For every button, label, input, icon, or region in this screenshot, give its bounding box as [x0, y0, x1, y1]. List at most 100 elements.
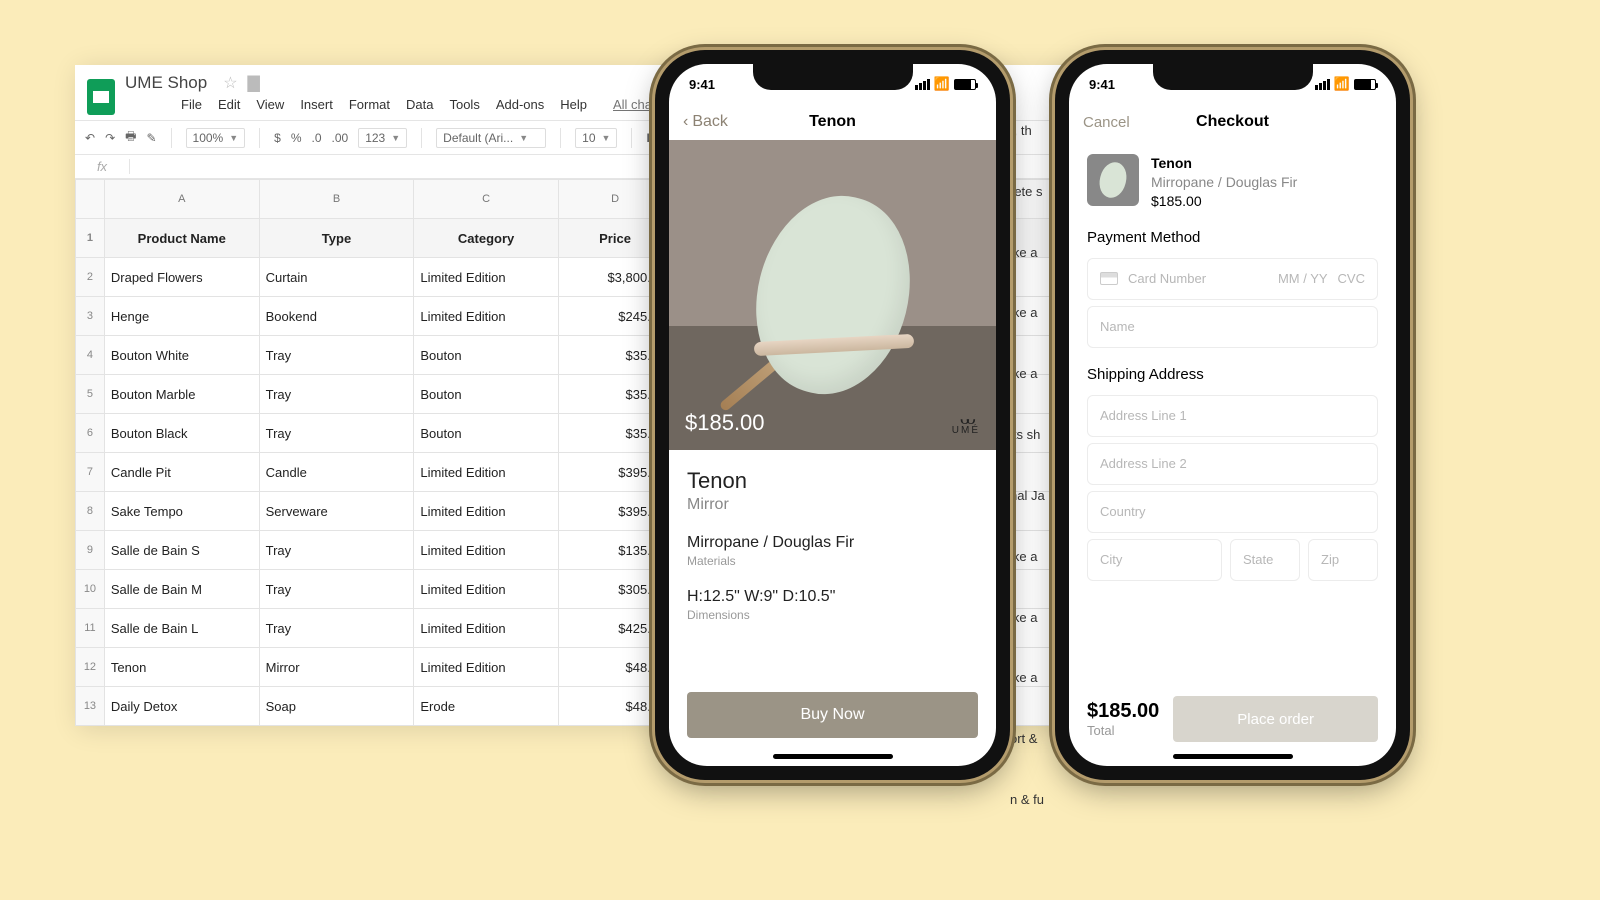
- cell[interactable]: Daily Detox: [104, 687, 259, 726]
- cell[interactable]: Salle de Bain S: [104, 531, 259, 570]
- card-icon: [1100, 272, 1118, 285]
- menu-data[interactable]: Data: [406, 97, 433, 112]
- zip-field[interactable]: Zip: [1308, 539, 1378, 581]
- row-number[interactable]: 2: [76, 258, 105, 297]
- cell[interactable]: Limited Edition: [414, 648, 558, 687]
- cell[interactable]: Limited Edition: [414, 570, 558, 609]
- phone-checkout: 9:41 📶 Cancel Checkout Tenon Mirropane /…: [1055, 50, 1410, 780]
- home-indicator[interactable]: [1173, 754, 1293, 759]
- cell[interactable]: Bouton: [414, 414, 558, 453]
- cell[interactable]: Bouton Black: [104, 414, 259, 453]
- print-icon[interactable]: 🖶: [125, 127, 136, 148]
- cell[interactable]: Limited Edition: [414, 297, 558, 336]
- cell[interactable]: Salle de Bain M: [104, 570, 259, 609]
- star-icon[interactable]: ☆: [223, 73, 237, 93]
- cell[interactable]: Henge: [104, 297, 259, 336]
- row-number[interactable]: 6: [76, 414, 105, 453]
- menu-add-ons[interactable]: Add-ons: [496, 97, 544, 112]
- row-number[interactable]: 7: [76, 453, 105, 492]
- brand-logo: ᴗᴗUMÉ: [952, 411, 980, 436]
- font-dropdown[interactable]: Default (Ari...▼: [436, 128, 546, 148]
- percent-button[interactable]: %: [291, 131, 302, 145]
- header-cell[interactable]: Category: [414, 219, 558, 258]
- cell[interactable]: Serveware: [259, 492, 414, 531]
- increase-decimal-button[interactable]: .00: [332, 131, 349, 145]
- city-field[interactable]: City: [1087, 539, 1222, 581]
- menu-format[interactable]: Format: [349, 97, 390, 112]
- number-format-dropdown[interactable]: 123▼: [358, 128, 407, 148]
- decrease-decimal-button[interactable]: .0: [312, 131, 322, 145]
- cell[interactable]: Curtain: [259, 258, 414, 297]
- column-header[interactable]: B: [259, 180, 414, 219]
- cell[interactable]: Soap: [259, 687, 414, 726]
- menu-help[interactable]: Help: [560, 97, 587, 112]
- cell[interactable]: Draped Flowers: [104, 258, 259, 297]
- item-price: $185.00: [1151, 192, 1297, 211]
- cell[interactable]: Candle: [259, 453, 414, 492]
- zoom-dropdown[interactable]: 100%▼: [186, 128, 246, 148]
- redo-icon[interactable]: ↷: [105, 131, 115, 145]
- back-button[interactable]: ‹Back: [683, 113, 728, 131]
- place-order-button[interactable]: Place order: [1173, 696, 1378, 742]
- menu-edit[interactable]: Edit: [218, 97, 240, 112]
- cell[interactable]: Limited Edition: [414, 609, 558, 648]
- cell[interactable]: Mirror: [259, 648, 414, 687]
- row-number[interactable]: 10: [76, 570, 105, 609]
- folder-icon[interactable]: ▇: [248, 73, 260, 93]
- card-number-field[interactable]: Card Number MM / YYCVC: [1087, 258, 1378, 300]
- cell[interactable]: Bouton Marble: [104, 375, 259, 414]
- address1-field[interactable]: Address Line 1: [1087, 395, 1378, 437]
- menu-file[interactable]: File: [181, 97, 202, 112]
- cell[interactable]: Tray: [259, 336, 414, 375]
- bold-button[interactable]: B: [646, 131, 655, 145]
- name-field[interactable]: Name: [1087, 306, 1378, 348]
- cell[interactable]: Tray: [259, 531, 414, 570]
- nav-title: Checkout: [1196, 113, 1269, 131]
- menu-insert[interactable]: Insert: [300, 97, 333, 112]
- cell[interactable]: Limited Edition: [414, 492, 558, 531]
- home-indicator[interactable]: [773, 754, 893, 759]
- cell[interactable]: Tray: [259, 609, 414, 648]
- cell[interactable]: Candle Pit: [104, 453, 259, 492]
- row-number[interactable]: 9: [76, 531, 105, 570]
- cell[interactable]: Limited Edition: [414, 453, 558, 492]
- row-number[interactable]: 5: [76, 375, 105, 414]
- row-number[interactable]: 11: [76, 609, 105, 648]
- cell[interactable]: Bouton White: [104, 336, 259, 375]
- font-size-dropdown[interactable]: 10▼: [575, 128, 617, 148]
- cell[interactable]: Salle de Bain L: [104, 609, 259, 648]
- row-number[interactable]: 3: [76, 297, 105, 336]
- cell[interactable]: Tray: [259, 375, 414, 414]
- cancel-button[interactable]: Cancel: [1083, 114, 1130, 131]
- cell[interactable]: Bookend: [259, 297, 414, 336]
- cell[interactable]: Bouton: [414, 375, 558, 414]
- header-cell[interactable]: Type: [259, 219, 414, 258]
- menu-view[interactable]: View: [256, 97, 284, 112]
- cell[interactable]: Sake Tempo: [104, 492, 259, 531]
- currency-button[interactable]: $: [274, 131, 281, 145]
- header-cell[interactable]: Product Name: [104, 219, 259, 258]
- column-header[interactable]: A: [104, 180, 259, 219]
- row-number[interactable]: 1: [76, 219, 105, 258]
- cell[interactable]: Erode: [414, 687, 558, 726]
- address2-field[interactable]: Address Line 2: [1087, 443, 1378, 485]
- row-number[interactable]: 12: [76, 648, 105, 687]
- row-number[interactable]: 8: [76, 492, 105, 531]
- column-header[interactable]: C: [414, 180, 558, 219]
- fx-label: fx: [75, 159, 130, 174]
- state-field[interactable]: State: [1230, 539, 1300, 581]
- menu-tools[interactable]: Tools: [449, 97, 479, 112]
- paint-format-icon[interactable]: ✎: [146, 131, 156, 145]
- country-field[interactable]: Country: [1087, 491, 1378, 533]
- undo-icon[interactable]: ↶: [85, 131, 95, 145]
- cell[interactable]: Tenon: [104, 648, 259, 687]
- cell[interactable]: Tray: [259, 414, 414, 453]
- cell[interactable]: Tray: [259, 570, 414, 609]
- cell[interactable]: Bouton: [414, 336, 558, 375]
- buy-now-button[interactable]: Buy Now: [687, 692, 978, 738]
- cell[interactable]: Limited Edition: [414, 258, 558, 297]
- row-number[interactable]: 13: [76, 687, 105, 726]
- document-title[interactable]: UME Shop: [125, 73, 207, 93]
- cell[interactable]: Limited Edition: [414, 531, 558, 570]
- row-number[interactable]: 4: [76, 336, 105, 375]
